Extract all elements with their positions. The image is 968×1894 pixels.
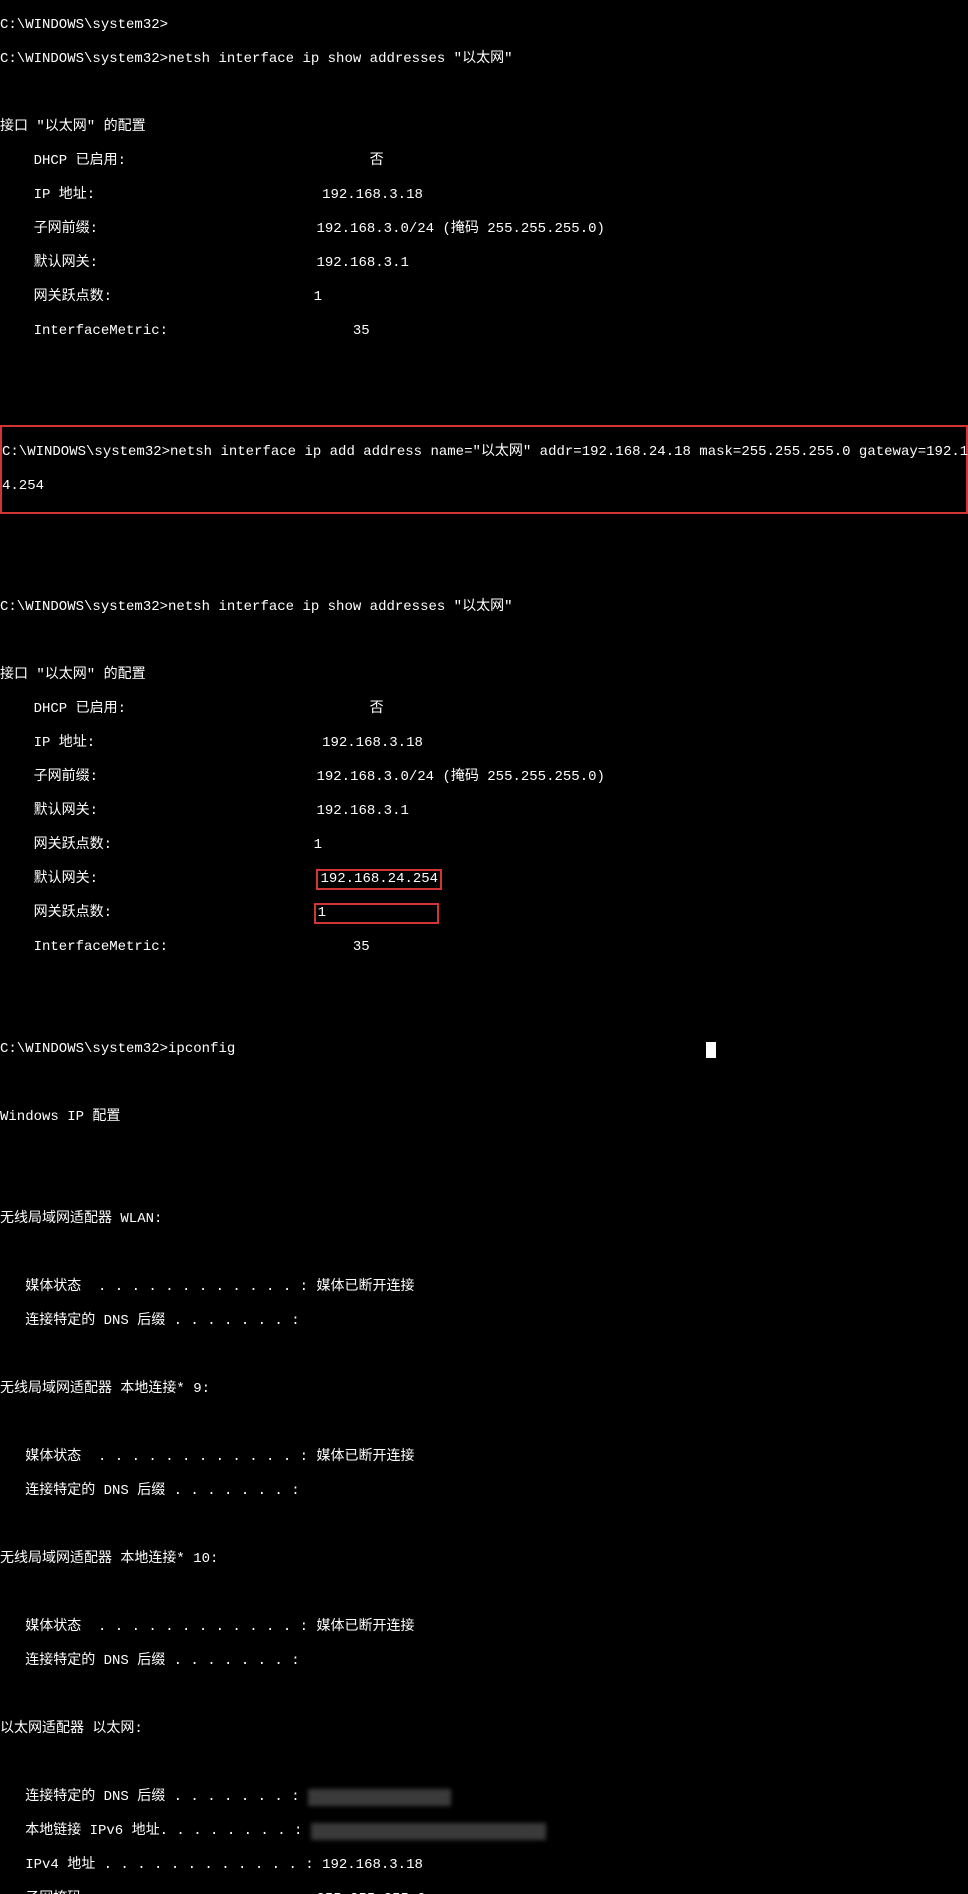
media-state-row: 媒体状态 . . . . . . . . . . . . : 媒体已断开连接 [0,1449,968,1466]
prompt: C:\WINDOWS\system32> [0,17,168,33]
ip-row: IP 地址: 192.168.3.18 [0,187,968,204]
hops-row-2: 网关跃点数: 1 [0,905,968,922]
redacted-suffix: xxxxxxx.xx xxx.xx [308,1789,451,1806]
command: netsh interface ip show addresses "以太网" [168,599,512,615]
adapter-ethernet: 以太网适配器 以太网: [0,1721,968,1738]
adapter-wlan: 无线局域网适配器 WLAN: [0,1211,968,1228]
command: ipconfig [168,1041,235,1057]
dhcp-row: DHCP 已启用: 否 [0,701,968,718]
redacted-ipv6: xxxx::xxxx:xxxx:xxxx:xxxx%xx [311,1823,546,1840]
dhcp-row: DHCP 已启用: 否 [0,153,968,170]
command-line-wrap: 4.254 [2,478,966,495]
command: netsh interface ip add address name="以太网… [170,444,968,460]
prompt: C:\WINDOWS\system32> [2,444,170,460]
prompt: C:\WINDOWS\system32> [0,1041,168,1057]
mask-row: 子网掩码 . . . . . . . . . . . . : 255.255.2… [0,1891,968,1894]
prompt: C:\WINDOWS\system32> [0,51,168,67]
media-state-row: 媒体状态 . . . . . . . . . . . . : 媒体已断开连接 [0,1279,968,1296]
dns-suffix-row: 连接特定的 DNS 后缀 . . . . . . . : [0,1483,968,1500]
command: netsh interface ip show addresses "以太网" [168,51,512,67]
prefix-row: 子网前缀: 192.168.3.0/24 (掩码 255.255.255.0) [0,769,968,786]
ifmetric-row: InterfaceMetric: 35 [0,323,968,340]
dns-suffix-row: 连接特定的 DNS 后缀 . . . . . . . : xxxxxxx.xx … [0,1789,968,1806]
prompt: C:\WINDOWS\system32> [0,599,168,615]
ip-row: IP 地址: 192.168.3.18 [0,735,968,752]
dns-suffix-row: 连接特定的 DNS 后缀 . . . . . . . : [0,1653,968,1670]
prompt-line: C:\WINDOWS\system32> [0,17,968,34]
highlight-add-command: C:\WINDOWS\system32>netsh interface ip a… [0,425,968,514]
gateway-row-2: 默认网关: 192.168.24.254 [0,871,968,888]
adapter-local9: 无线局域网适配器 本地连接* 9: [0,1381,968,1398]
gateway-row: 默认网关: 192.168.3.1 [0,803,968,820]
dns-suffix-row: 连接特定的 DNS 后缀 . . . . . . . : [0,1313,968,1330]
hops-row: 网关跃点数: 1 [0,289,968,306]
media-state-row: 媒体状态 . . . . . . . . . . . . : 媒体已断开连接 [0,1619,968,1636]
highlight-new-gateway: 192.168.24.254 [316,869,442,890]
terminal-window[interactable]: C:\WINDOWS\system32> C:\WINDOWS\system32… [0,0,968,1894]
ifmetric-row: InterfaceMetric: 35 [0,939,968,956]
command-line: C:\WINDOWS\system32>netsh interface ip a… [2,444,966,461]
command-line: C:\WINDOWS\system32>netsh interface ip s… [0,51,968,68]
highlight-new-hops: 1 [314,903,440,924]
hops-row: 网关跃点数: 1 [0,837,968,854]
config-header: 接口 "以太网" 的配置 [0,667,968,684]
ipv6-link-local-row: 本地链接 IPv6 地址. . . . . . . . : xxxx::xxxx… [0,1823,968,1840]
command-line: C:\WINDOWS\system32>ipconfig [0,1041,968,1058]
adapter-local10: 无线局域网适配器 本地连接* 10: [0,1551,968,1568]
command-line: C:\WINDOWS\system32>netsh interface ip s… [0,599,968,616]
ipconfig-title: Windows IP 配置 [0,1109,968,1126]
gateway-row: 默认网关: 192.168.3.1 [0,255,968,272]
config-header: 接口 "以太网" 的配置 [0,119,968,136]
cursor-icon [706,1042,716,1058]
prefix-row: 子网前缀: 192.168.3.0/24 (掩码 255.255.255.0) [0,221,968,238]
ipv4-row: IPv4 地址 . . . . . . . . . . . . : 192.16… [0,1857,968,1874]
